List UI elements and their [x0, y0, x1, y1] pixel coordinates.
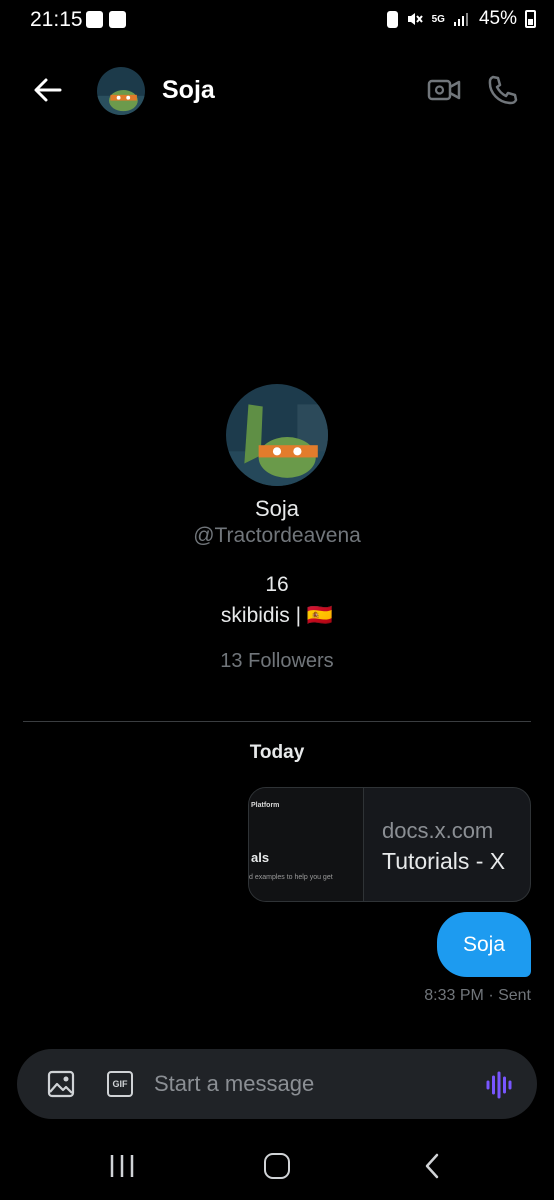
gallery-notification-icon	[86, 11, 103, 28]
link-preview-thumbnail: Platform als d examples to help you get	[249, 788, 364, 901]
sent-message-bubble[interactable]: Soja	[437, 912, 531, 977]
back-arrow-icon[interactable]	[32, 74, 64, 106]
profile-handle: @Tractordeavena	[193, 524, 361, 547]
date-separator: Today	[249, 742, 305, 763]
message-input[interactable]: Start a message	[154, 1071, 314, 1097]
thumb-title: als	[251, 850, 270, 865]
profile-name: Soja	[254, 496, 300, 521]
message-status: 8:33 PM · Sent	[424, 987, 531, 1004]
notification-icons	[86, 11, 126, 28]
header-avatar[interactable]	[97, 67, 145, 115]
thumb-header: Platform	[251, 802, 280, 809]
video-call-icon[interactable]	[426, 74, 462, 106]
followers-count[interactable]: 13 Followers	[0, 650, 554, 673]
status-time: 21:15	[30, 8, 83, 31]
phone-call-icon[interactable]	[486, 74, 518, 106]
voice-message-icon[interactable]	[484, 1070, 514, 1100]
profile-avatar[interactable]	[226, 384, 328, 486]
nav-back-icon[interactable]	[420, 1152, 444, 1180]
battery-icon	[525, 10, 536, 28]
divider	[23, 721, 531, 722]
conversation-name[interactable]: Soja	[162, 76, 215, 105]
mute-icon	[407, 13, 423, 25]
image-icon[interactable]	[47, 1070, 75, 1098]
battery-percent: 45%	[478, 8, 517, 29]
battery-saver-icon	[386, 10, 398, 28]
mail-notification-icon	[109, 11, 126, 28]
network-type: 5G	[431, 13, 445, 25]
status-right: 5G 45%	[386, 8, 536, 30]
link-title: Tutorials - X	[382, 848, 506, 874]
signal-icon	[453, 13, 468, 26]
home-icon[interactable]	[264, 1153, 290, 1179]
thumb-caption: d examples to help you get	[249, 874, 333, 881]
gif-icon[interactable]: GIF	[107, 1071, 133, 1097]
link-preview-card[interactable]: Platform als d examples to help you get …	[248, 787, 531, 902]
profile-bio-line2: skibidis | 🇪🇸	[220, 604, 334, 627]
link-domain: docs.x.com	[382, 818, 494, 843]
recents-icon[interactable]	[108, 1153, 136, 1179]
profile-bio-line1: 16	[265, 573, 289, 596]
